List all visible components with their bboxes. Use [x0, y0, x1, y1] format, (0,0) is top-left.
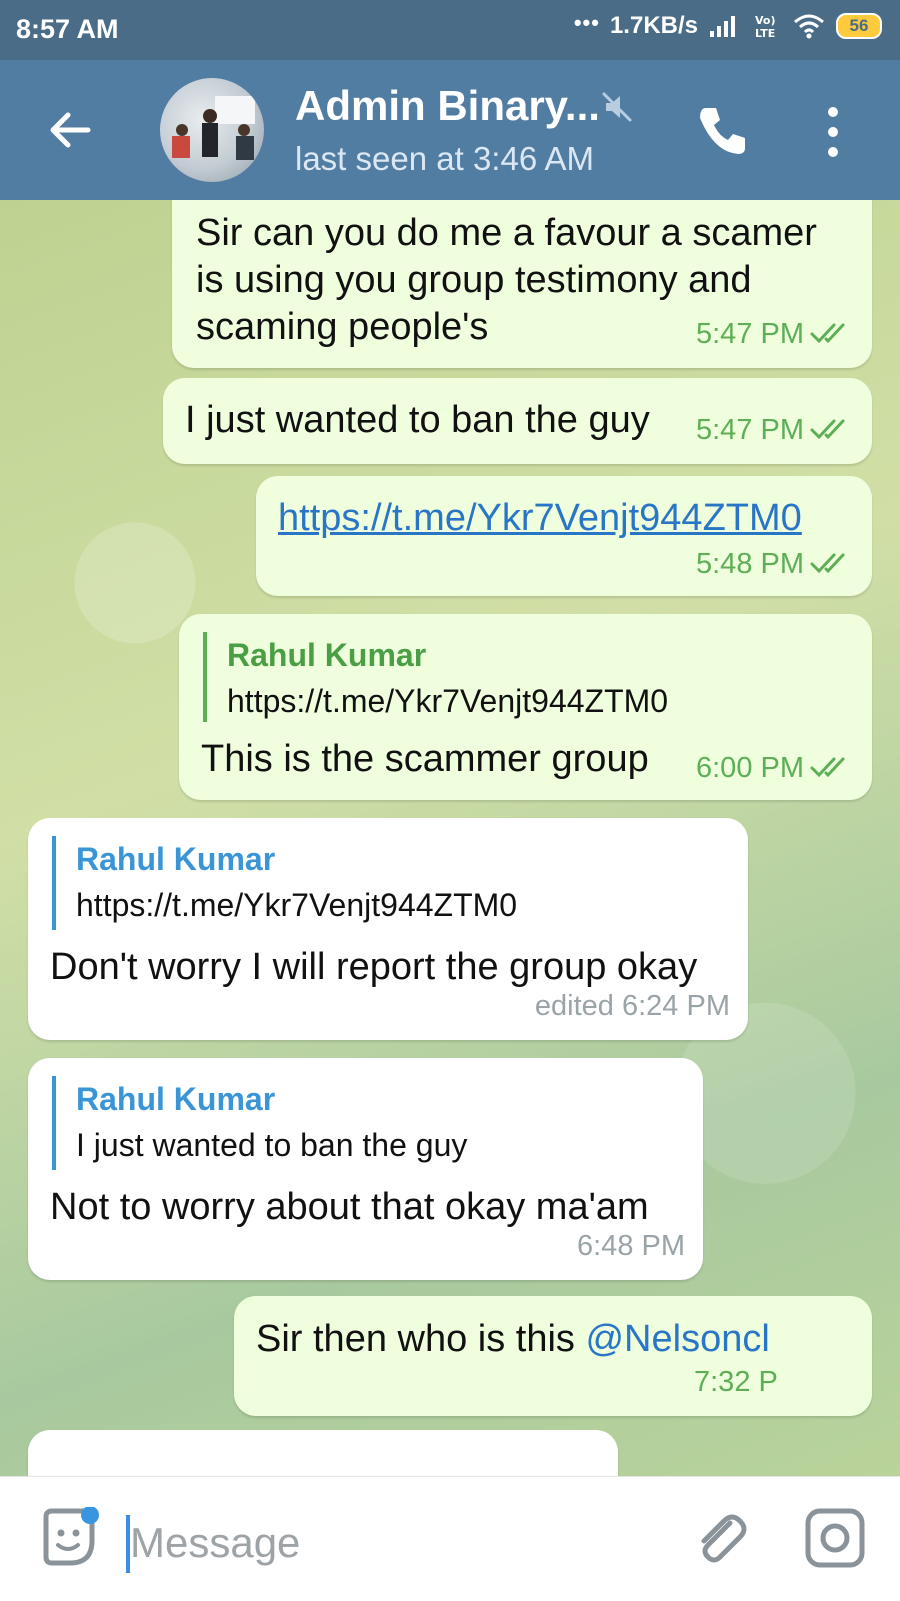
message-time: 5:47 PM: [696, 407, 854, 454]
camera-icon[interactable]: [804, 1507, 866, 1569]
time-label: 5:48 PM: [696, 548, 804, 580]
reply-text: https://t.me/Ykr7Venjt944ZTM0: [76, 887, 518, 923]
message-time: 7:32 P: [694, 1366, 778, 1398]
message-bubble-outgoing[interactable]: I just wanted to ban the guy 5:47 PM: [163, 378, 872, 464]
reply-quote[interactable]: Rahul Kumar https://t.me/Ykr7Venjt944ZTM…: [52, 836, 517, 930]
notification-dots: •••: [573, 10, 600, 35]
message-input[interactable]: [128, 1507, 652, 1579]
avatar-photo: [172, 96, 255, 160]
reply-author: Rahul Kumar: [76, 841, 276, 877]
mute-icon: [602, 92, 632, 122]
message-link[interactable]: https://t.me/Ykr7Venjt944ZTM0: [278, 495, 802, 542]
volte-icon: Vo) LTE: [755, 14, 776, 40]
wifi-icon: [794, 14, 824, 39]
message-text-prefix: Sir then who is this: [256, 1318, 586, 1360]
status-icons: ••• 1.7KB/s Vo) LTE 56: [573, 10, 882, 40]
avatar[interactable]: [160, 78, 264, 182]
more-vert-icon[interactable]: [818, 104, 848, 160]
chat-title[interactable]: Admin Binary...: [295, 82, 600, 130]
sticker-icon[interactable]: [38, 1507, 100, 1569]
back-arrow-icon[interactable]: [40, 100, 100, 160]
double-check-icon: [810, 419, 845, 440]
last-seen-status: last seen at 3:46 AM: [295, 140, 595, 177]
message-bubble-outgoing[interactable]: Rahul Kumar https://t.me/Ykr7Venjt944ZTM…: [179, 614, 872, 800]
message-bubble-incoming[interactable]: Rahul Kumar I just wanted to ban the guy…: [28, 1058, 703, 1280]
phone-icon[interactable]: [692, 100, 752, 160]
signal-icon: [710, 16, 735, 37]
chat-messages[interactable]: Sir can you do me a favour a scamer is u…: [0, 200, 900, 1476]
reply-author: Rahul Kumar: [76, 1081, 276, 1117]
double-check-icon: [810, 757, 845, 778]
message-text: I just wanted to ban the guy: [185, 399, 650, 441]
status-bar: 8:57 AM ••• 1.7KB/s Vo) LTE 56: [0, 0, 900, 60]
message-text: This is the scammer group: [201, 738, 649, 780]
message-time: 6:00 PM: [696, 745, 854, 792]
message-text: Not to worry about that okay ma'am: [50, 1186, 649, 1228]
reply-quote[interactable]: Rahul Kumar I just wanted to ban the guy: [52, 1076, 467, 1170]
reply-text: I just wanted to ban the guy: [76, 1127, 468, 1163]
time-label: 5:47 PM: [696, 414, 804, 446]
message-text: Sir then who is this @Nelsoncl: [256, 1316, 770, 1363]
double-check-icon: [810, 323, 845, 344]
status-time: 8:57 AM: [16, 14, 119, 44]
message-bubble-incoming[interactable]: [28, 1430, 618, 1476]
message-input-bar: [0, 1476, 900, 1601]
message-time: 5:47 PM: [696, 311, 854, 358]
chat-header: Admin Binary... last seen at 3:46 AM: [0, 60, 900, 200]
message-bubble-outgoing[interactable]: Sir can you do me a favour a scamer is u…: [172, 200, 872, 368]
message-time: 5:48 PM: [696, 541, 854, 588]
double-check-icon: [810, 553, 845, 574]
svg-text:Vo): Vo): [755, 14, 776, 27]
reply-quote[interactable]: Rahul Kumar https://t.me/Ykr7Venjt944ZTM…: [203, 632, 668, 722]
mention-link[interactable]: @Nelsoncl: [585, 1318, 769, 1360]
message-line: Sir can you do me a favour a scamer: [196, 212, 817, 254]
reply-author: Rahul Kumar: [227, 637, 427, 673]
message-bubble-outgoing[interactable]: https://t.me/Ykr7Venjt944ZTM0 5:48 PM: [256, 476, 872, 596]
message-bubble-incoming[interactable]: Rahul Kumar https://t.me/Ykr7Venjt944ZTM…: [28, 818, 748, 1040]
time-label: 5:47 PM: [696, 318, 804, 350]
message-time: edited 6:24 PM: [534, 990, 730, 1022]
message-line: is using you group testimony and: [196, 259, 752, 301]
attach-icon[interactable]: [690, 1509, 748, 1567]
message-time: 6:48 PM: [577, 1230, 685, 1262]
message-bubble-outgoing[interactable]: Sir then who is this @Nelsoncl 7:32 P: [234, 1296, 872, 1416]
network-speed: 1.7KB/s: [609, 12, 698, 39]
battery-icon: 56: [836, 13, 882, 39]
reply-text: https://t.me/Ykr7Venjt944ZTM0: [227, 683, 669, 719]
time-label: 6:00 PM: [696, 752, 804, 784]
svg-text:LTE: LTE: [755, 27, 775, 40]
